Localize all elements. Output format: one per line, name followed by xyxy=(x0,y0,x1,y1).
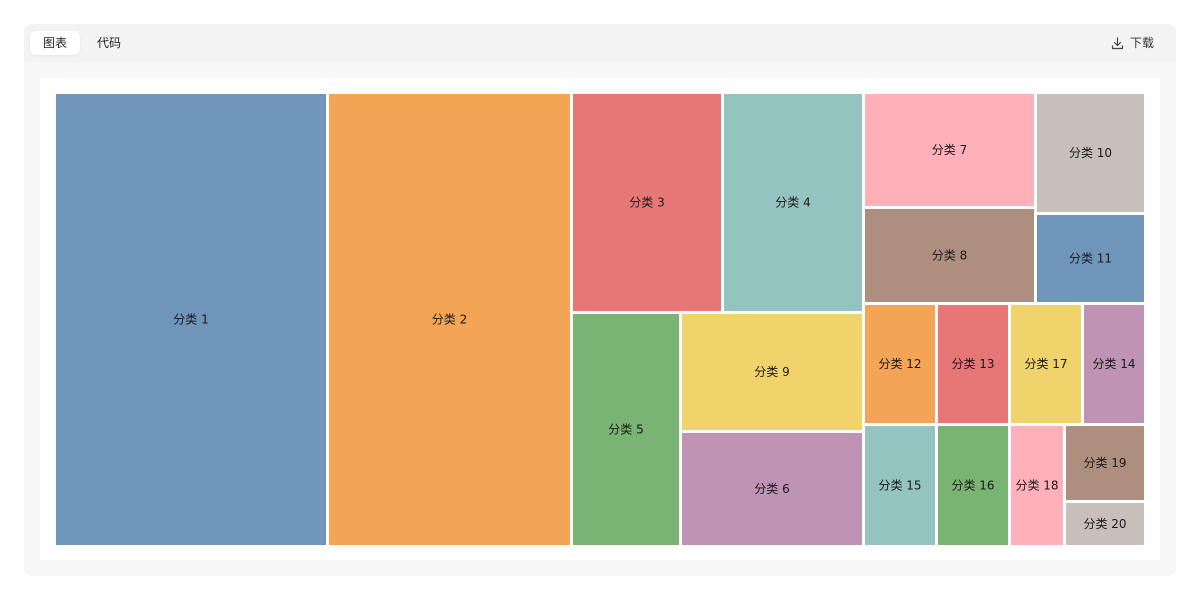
treemap-cell[interactable]: 分类 14 xyxy=(1084,305,1144,423)
treemap-cell[interactable]: 分类 2 xyxy=(329,94,570,545)
treemap-label-分类-3: 分类 3 xyxy=(629,196,664,210)
treemap-cell[interactable]: 分类 10 xyxy=(1037,94,1144,212)
treemap-label-分类-1: 分类 1 xyxy=(173,313,208,327)
treemap-label-分类-10: 分类 10 xyxy=(1069,146,1112,160)
treemap-label-分类-7: 分类 7 xyxy=(932,143,967,157)
treemap-cell[interactable]: 分类 3 xyxy=(573,94,721,311)
treemap-cell[interactable]: 分类 13 xyxy=(938,305,1008,423)
treemap-label-分类-14: 分类 14 xyxy=(1092,357,1135,371)
treemap-label-分类-8: 分类 8 xyxy=(932,249,967,263)
treemap-cell[interactable]: 分类 11 xyxy=(1037,215,1144,302)
treemap-label-分类-6: 分类 6 xyxy=(754,482,789,496)
treemap-cell[interactable]: 分类 12 xyxy=(865,305,935,423)
treemap-label-分类-20: 分类 20 xyxy=(1083,517,1126,531)
treemap-label-分类-4: 分类 4 xyxy=(775,196,810,210)
treemap-label-分类-18: 分类 18 xyxy=(1015,479,1058,493)
treemap-cell[interactable]: 分类 6 xyxy=(682,433,862,545)
treemap-cell[interactable]: 分类 19 xyxy=(1066,426,1144,500)
treemap-label-分类-19: 分类 19 xyxy=(1083,456,1126,470)
treemap-cell[interactable]: 分类 9 xyxy=(682,314,862,430)
treemap-label-分类-15: 分类 15 xyxy=(878,479,921,493)
treemap-cell[interactable]: 分类 18 xyxy=(1011,426,1063,545)
treemap-cell[interactable]: 分类 8 xyxy=(865,209,1034,302)
treemap-cell[interactable]: 分类 20 xyxy=(1066,503,1144,545)
treemap-cell[interactable]: 分类 1 xyxy=(56,94,326,545)
chart-panel: 图表 代码 下载 分类 1 分类 2 分类 3 分类 4 分类 5 分类 9 分类 6 分类 … xyxy=(24,24,1176,576)
treemap-cell[interactable]: 分类 4 xyxy=(724,94,862,311)
download-button[interactable]: 下载 xyxy=(1111,31,1154,55)
treemap-label-分类-2: 分类 2 xyxy=(432,313,467,327)
treemap-cell[interactable]: 分类 15 xyxy=(865,426,935,545)
treemap-label-分类-13: 分类 13 xyxy=(951,357,994,371)
tab-code[interactable]: 代码 xyxy=(84,31,134,55)
treemap-cell[interactable]: 分类 7 xyxy=(865,94,1034,206)
toolbar: 图表 代码 下载 xyxy=(24,24,1176,62)
treemap-label-分类-16: 分类 16 xyxy=(951,479,994,493)
download-icon xyxy=(1111,36,1124,49)
download-label: 下载 xyxy=(1129,36,1154,50)
tab-chart[interactable]: 图表 xyxy=(30,31,81,55)
treemap-label-分类-17: 分类 17 xyxy=(1024,357,1067,371)
treemap-cell[interactable]: 分类 17 xyxy=(1011,305,1081,423)
treemap-cell[interactable]: 分类 16 xyxy=(938,426,1008,545)
treemap-svg: 分类 1 分类 2 分类 3 分类 4 分类 5 分类 9 分类 6 分类 7 分类 10 分类 … xyxy=(56,94,1144,545)
treemap-label-分类-9: 分类 9 xyxy=(754,365,789,379)
treemap-label-分类-12: 分类 12 xyxy=(878,357,921,371)
treemap-label-分类-5: 分类 5 xyxy=(608,423,643,437)
treemap-cell[interactable]: 分类 5 xyxy=(573,314,679,545)
treemap-chart: 分类 1 分类 2 分类 3 分类 4 分类 5 分类 9 分类 6 分类 7 分类 10 分类 … xyxy=(40,78,1160,560)
treemap-label-分类-11: 分类 11 xyxy=(1069,252,1112,266)
